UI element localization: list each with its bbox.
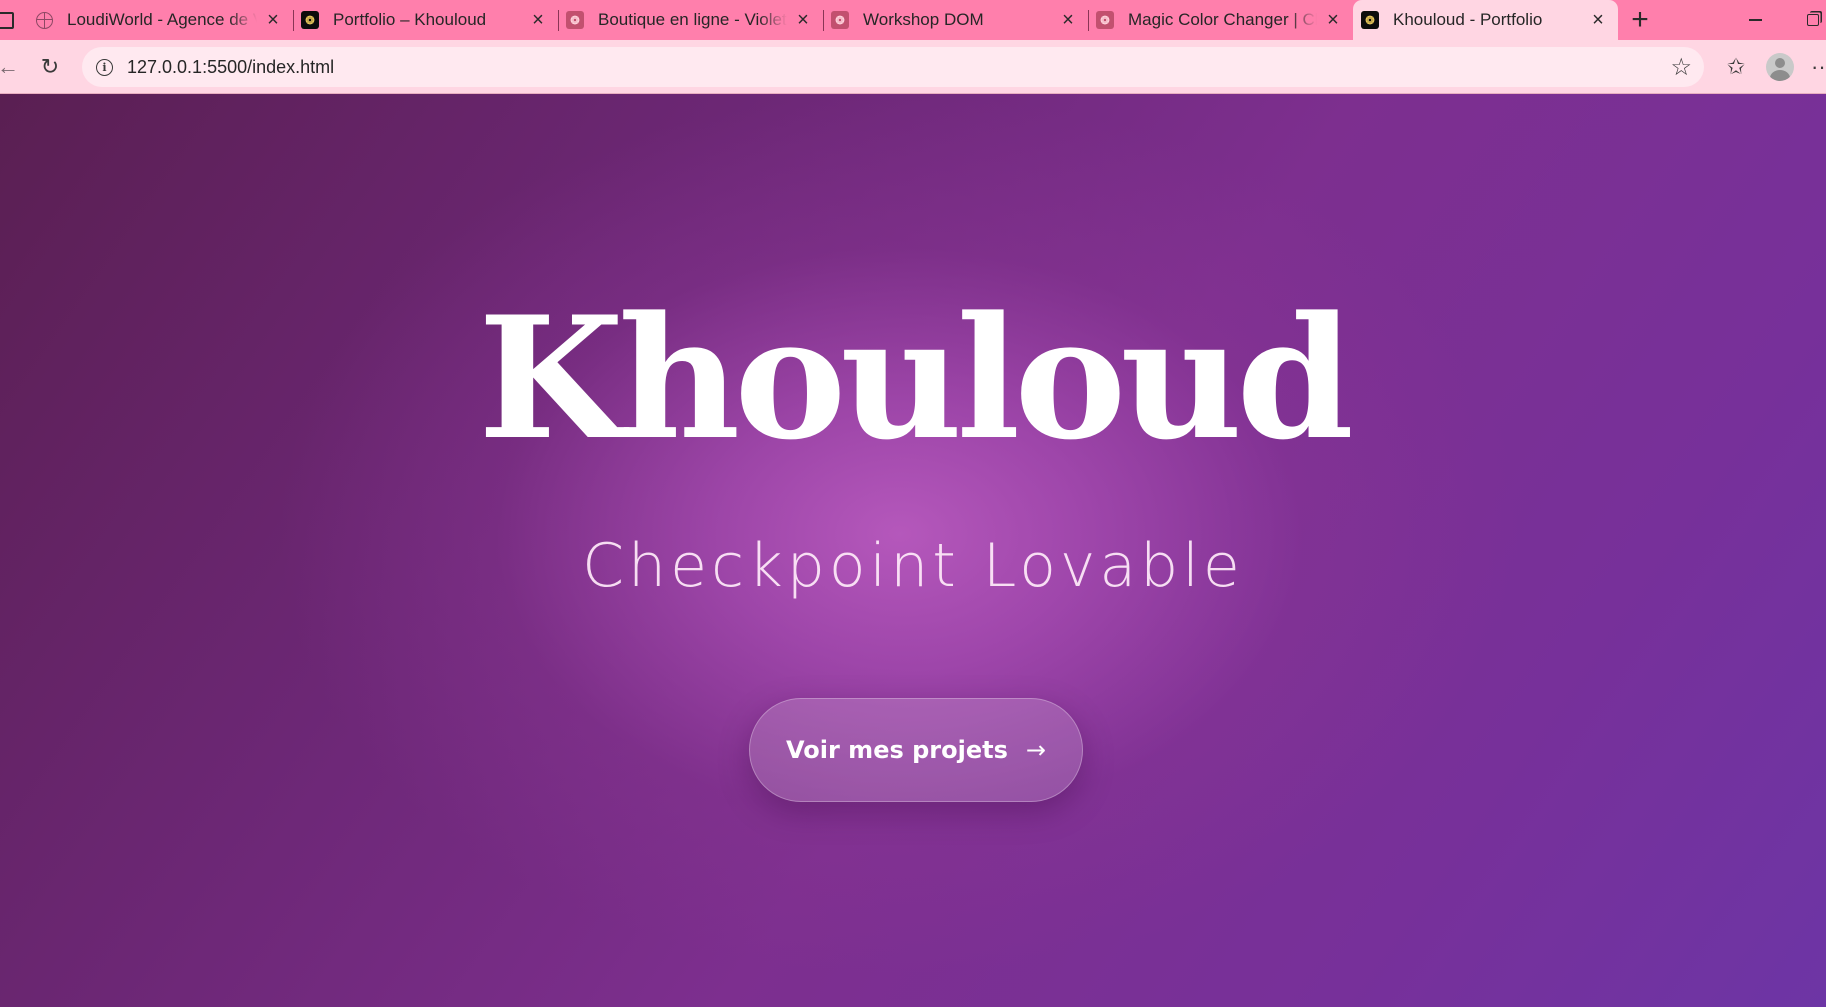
info-icon[interactable]: i [96,58,113,76]
tab-loudiworld[interactable]: LoudiWorld - Agence de Voy × [28,0,293,40]
close-icon[interactable]: × [1588,9,1608,32]
close-icon[interactable]: × [1323,9,1343,32]
arrow-right-icon: → [1025,736,1046,764]
tab-title: Workshop DOM [863,10,984,29]
minimize-icon[interactable] [1730,0,1780,40]
maximize-icon[interactable] [1788,0,1826,40]
url-input[interactable] [127,56,1671,78]
tab-title: LoudiWorld - Agence de Voy [67,10,257,29]
tab-title: Khouloud - Portfolio [1393,10,1543,29]
sidebar-toggle-icon[interactable] [0,0,28,40]
reload-icon[interactable]: ↻ [30,40,70,94]
close-icon[interactable]: × [1058,9,1078,32]
hero-title: Khouloud [478,279,1354,477]
cta-label: Voir mes projets [786,736,1008,764]
new-tab-button[interactable]: + [1622,0,1658,40]
tab-title: Portfolio – Khouloud [333,10,487,29]
tab-strip: LoudiWorld - Agence de Voy × ❂ Portfolio… [0,0,1826,40]
close-icon[interactable]: × [263,9,283,32]
tab-khouloud-portfolio-active[interactable]: ❂ Khouloud - Portfolio × [1353,0,1618,40]
star-icon[interactable]: ☆ [1670,53,1692,82]
close-icon[interactable]: × [528,9,548,32]
tab-magic-color-changer[interactable]: ❂ Magic Color Changer | Chang × [1088,0,1353,40]
tab-title: Magic Color Changer | Chang [1128,10,1317,29]
page-viewport: Khouloud Checkpoint Lovable Voir mes pro… [0,94,1826,1007]
more-icon[interactable]: ··· [1802,40,1826,94]
address-bar[interactable]: i ☆ [82,47,1704,87]
favorites-icon[interactable]: ✩ [1716,40,1756,94]
tab-boutique[interactable]: ❂ Boutique en ligne - Violet/Li × [558,0,823,40]
view-projects-button[interactable]: Voir mes projets → [749,698,1083,802]
browser-toolbar: ← ↻ i ☆ ✩ ··· [0,40,1826,94]
tab-portfolio-khouloud[interactable]: ❂ Portfolio – Khouloud × [293,0,558,40]
close-icon[interactable]: × [793,9,813,32]
tab-list: LoudiWorld - Agence de Voy × ❂ Portfolio… [28,0,1618,40]
pink-logo-icon: ❂ [1096,11,1114,29]
pink-logo-icon: ❂ [566,11,584,29]
dark-logo-icon: ❂ [1361,11,1379,29]
back-arrow-icon[interactable]: ← [0,40,28,94]
pink-logo-icon: ❂ [831,11,849,29]
tab-workshop-dom[interactable]: ❂ Workshop DOM × [823,0,1088,40]
hero-subtitle: Checkpoint Lovable [582,531,1244,601]
profile-icon[interactable] [1760,40,1800,94]
globe-icon [36,11,53,29]
tab-title: Boutique en ligne - Violet/Li [598,10,787,29]
dark-logo-icon: ❂ [301,11,319,29]
